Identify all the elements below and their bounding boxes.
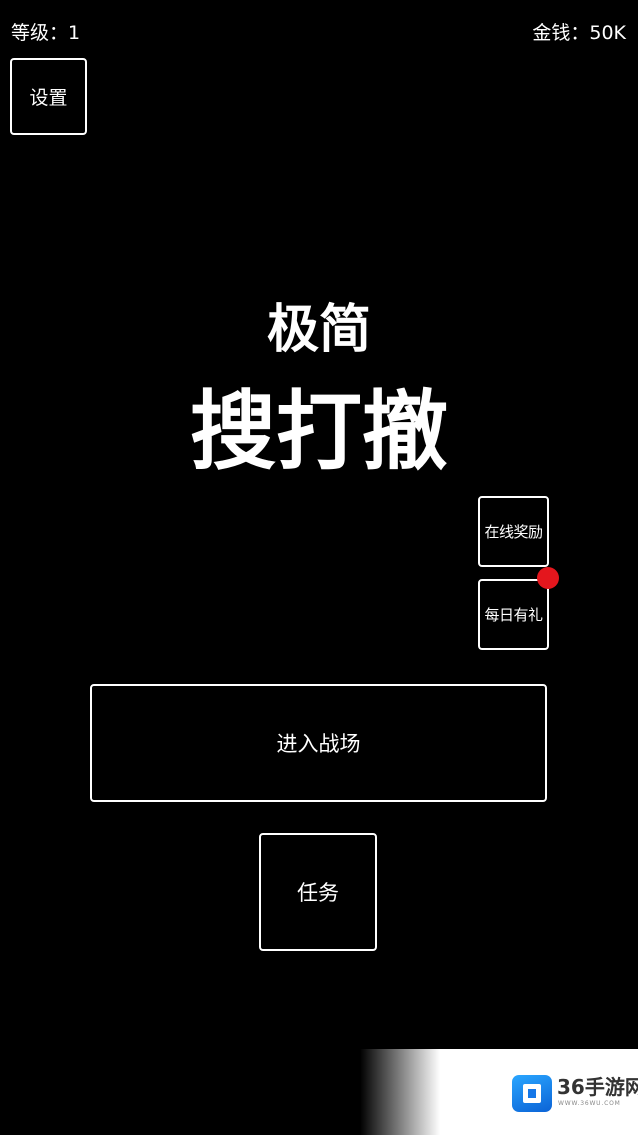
watermark-brand: 36手游网 (557, 1075, 638, 1099)
watermark-logo-core (528, 1089, 536, 1098)
daily-gift-button[interactable]: 每日有礼 (478, 579, 549, 650)
game-title-subtitle: 极简 (266, 300, 371, 360)
watermark-logo-box (523, 1084, 541, 1103)
watermark-logo-icon (512, 1075, 552, 1112)
level-label: 等级：1 (11, 22, 81, 44)
online-reward-button[interactable]: 在线奖励 (478, 496, 549, 567)
money-label: 金钱：50K (532, 22, 626, 44)
game-title: 搜打撤 (190, 382, 448, 482)
tasks-button[interactable]: 任务 (259, 833, 377, 951)
enter-battle-button[interactable]: 进入战场 (90, 684, 547, 802)
settings-button[interactable]: 设置 (10, 58, 87, 135)
daily-gift-notification-dot (537, 567, 559, 589)
watermark-url: WWW.36WU.COM (558, 1100, 621, 1107)
